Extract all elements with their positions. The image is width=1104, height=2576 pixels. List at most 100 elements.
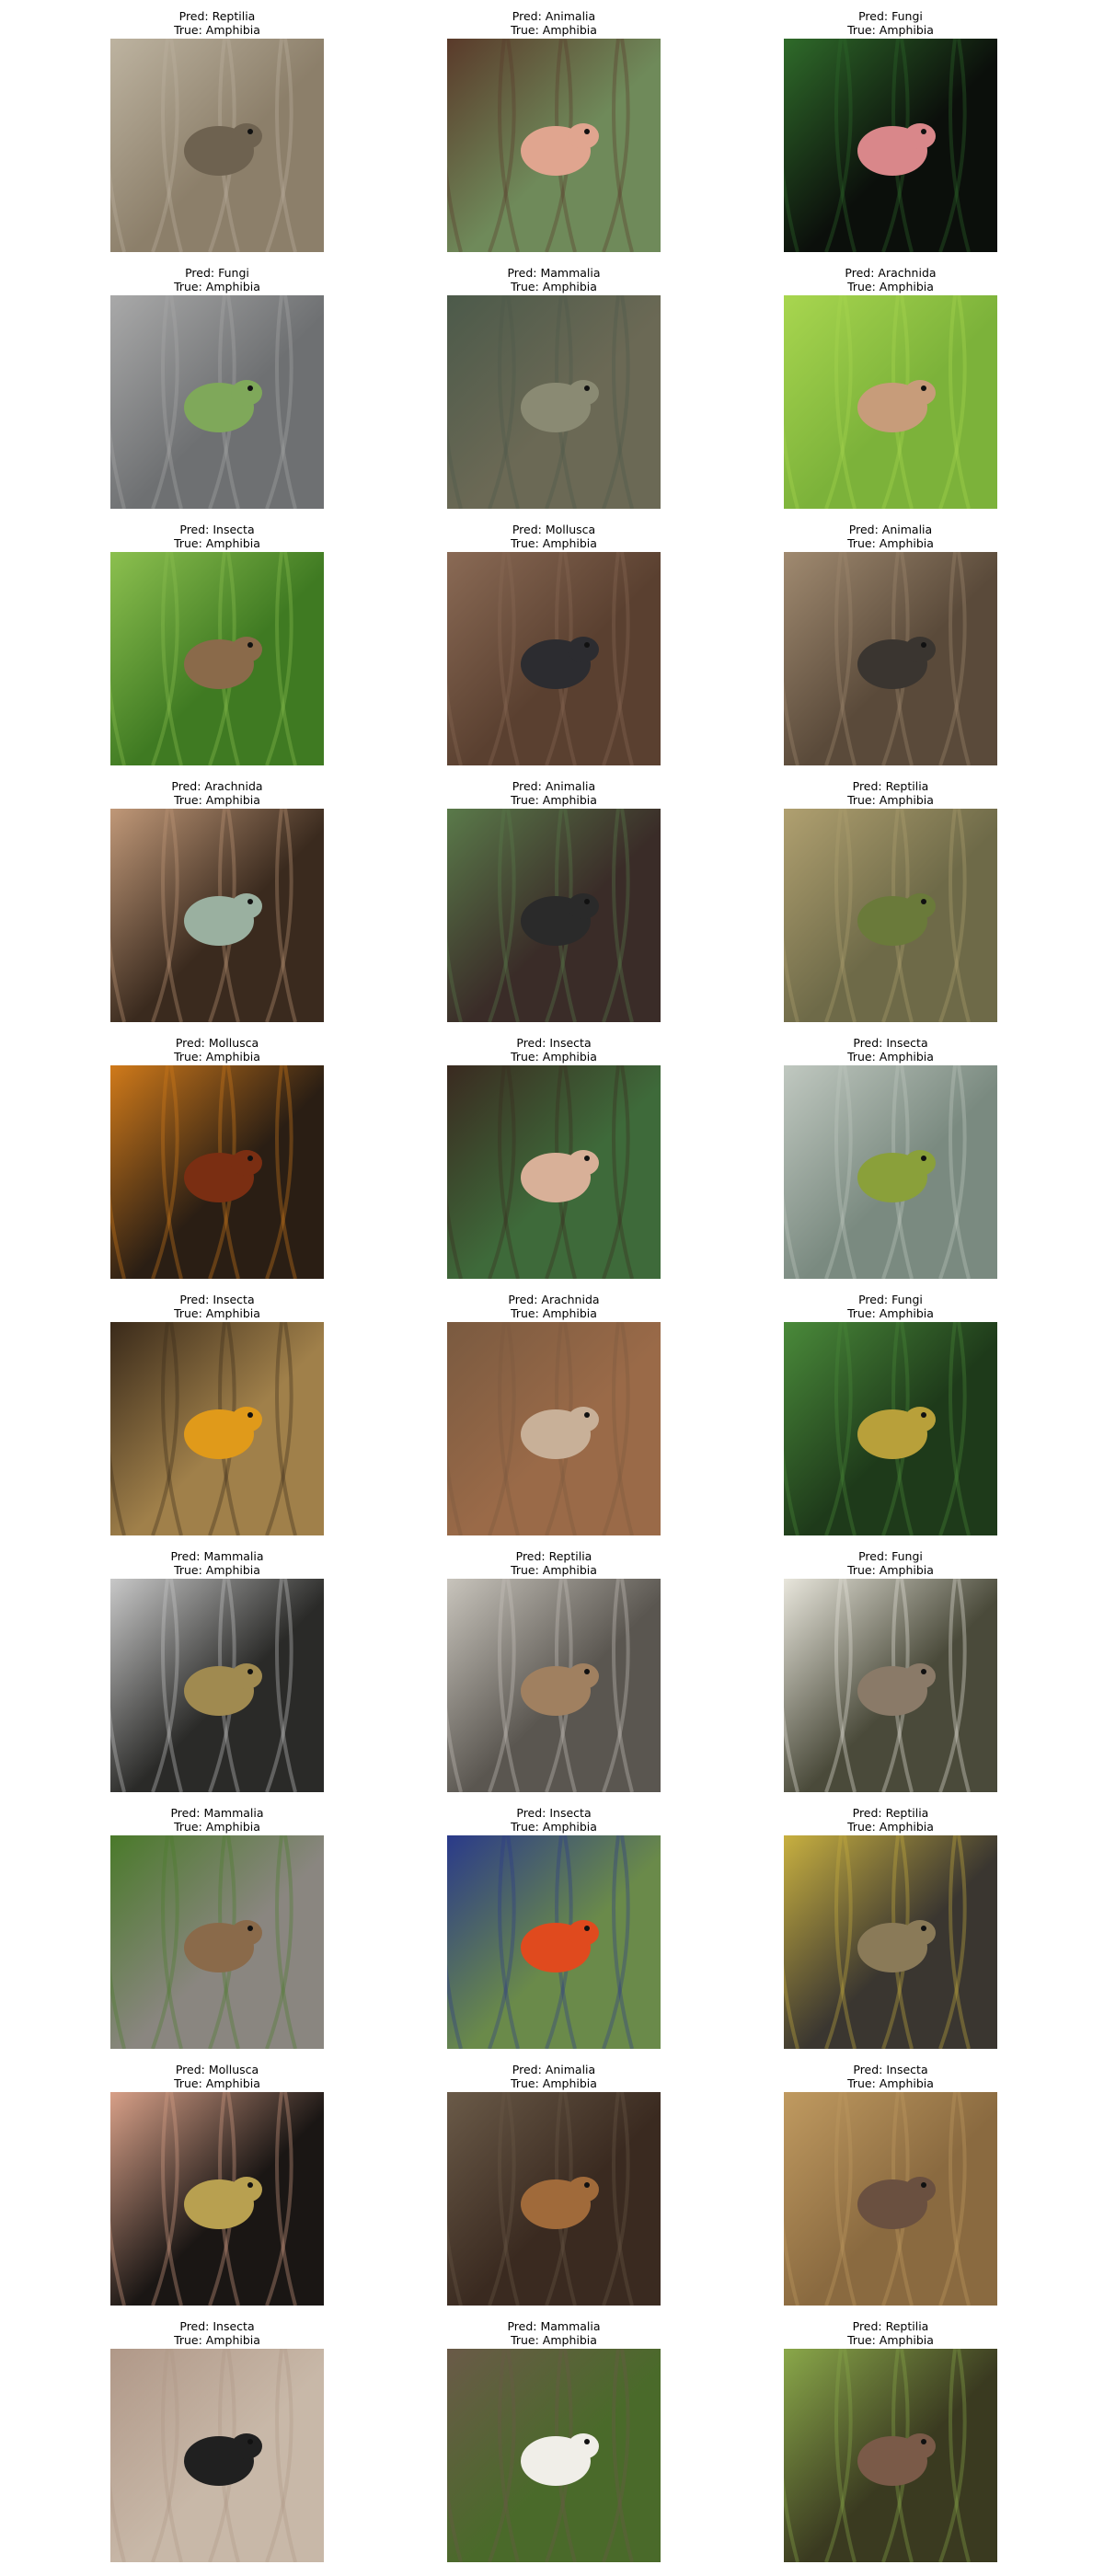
true-label: True: Amphibia	[511, 23, 597, 37]
sample-cell: Pred: Arachnida True: Amphibia	[447, 1293, 661, 1535]
sample-caption: Pred: Reptilia True: Amphibia	[784, 779, 997, 807]
sample-cell: Pred: Animalia True: Amphibia	[447, 779, 661, 1022]
sample-caption: Pred: Mammalia True: Amphibia	[110, 1549, 324, 1577]
predicted-label: Pred: Reptilia	[515, 1549, 592, 1563]
true-label: True: Amphibia	[847, 2333, 934, 2347]
sample-caption: Pred: Mollusca True: Amphibia	[447, 523, 661, 550]
sample-cell: Pred: Mollusca True: Amphibia	[110, 2063, 324, 2306]
predicted-label: Pred: Mammalia	[507, 2319, 601, 2333]
sample-cell: Pred: Reptilia True: Amphibia	[110, 9, 324, 252]
sample-caption: Pred: Fungi True: Amphibia	[784, 1549, 997, 1577]
predicted-label: Pred: Insecta	[516, 1806, 592, 1820]
true-label: True: Amphibia	[174, 280, 260, 293]
true-label: True: Amphibia	[847, 1306, 934, 1320]
sample-image	[447, 1322, 661, 1535]
true-label: True: Amphibia	[847, 1820, 934, 1834]
sample-cell: Pred: Insecta True: Amphibia	[110, 523, 324, 765]
true-label: True: Amphibia	[847, 23, 934, 37]
sample-image	[447, 552, 661, 765]
sample-cell: Pred: Insecta True: Amphibia	[447, 1806, 661, 2049]
predicted-label: Pred: Fungi	[185, 266, 249, 280]
sample-caption: Pred: Fungi True: Amphibia	[784, 1293, 997, 1320]
predicted-label: Pred: Fungi	[858, 1549, 923, 1563]
true-label: True: Amphibia	[174, 23, 260, 37]
sample-image	[447, 1065, 661, 1279]
true-label: True: Amphibia	[511, 1820, 597, 1834]
predicted-label: Pred: Reptilia	[852, 1806, 929, 1820]
sample-caption: Pred: Insecta True: Amphibia	[447, 1806, 661, 1834]
sample-cell: Pred: Fungi True: Amphibia	[784, 1549, 997, 1792]
predicted-label: Pred: Mammalia	[170, 1806, 264, 1820]
true-label: True: Amphibia	[511, 280, 597, 293]
predicted-label: Pred: Fungi	[858, 1293, 923, 1306]
sample-cell: Pred: Mammalia True: Amphibia	[447, 2319, 661, 2562]
sample-image	[447, 1835, 661, 2049]
predicted-label: Pred: Arachnida	[508, 1293, 600, 1306]
sample-cell: Pred: Animalia True: Amphibia	[784, 523, 997, 765]
true-label: True: Amphibia	[174, 2076, 260, 2090]
sample-cell: Pred: Arachnida True: Amphibia	[784, 266, 997, 509]
sample-caption: Pred: Animalia True: Amphibia	[447, 9, 661, 37]
predicted-label: Pred: Reptilia	[852, 779, 929, 793]
sample-cell: Pred: Reptilia True: Amphibia	[784, 2319, 997, 2562]
true-label: True: Amphibia	[847, 280, 934, 293]
sample-cell: Pred: Mollusca True: Amphibia	[110, 1036, 324, 1279]
sample-caption: Pred: Mammalia True: Amphibia	[447, 266, 661, 293]
true-label: True: Amphibia	[847, 1563, 934, 1577]
predicted-label: Pred: Insecta	[179, 2319, 255, 2333]
true-label: True: Amphibia	[847, 2076, 934, 2090]
sample-image	[784, 39, 997, 252]
sample-cell: Pred: Mammalia True: Amphibia	[447, 266, 661, 509]
predicted-label: Pred: Animalia	[512, 779, 596, 793]
predicted-label: Pred: Animalia	[848, 523, 933, 536]
sample-image	[110, 295, 324, 509]
predicted-label: Pred: Insecta	[179, 1293, 255, 1306]
true-label: True: Amphibia	[847, 536, 934, 550]
true-label: True: Amphibia	[511, 2333, 597, 2347]
sample-caption: Pred: Insecta True: Amphibia	[447, 1036, 661, 1064]
sample-cell: Pred: Animalia True: Amphibia	[447, 2063, 661, 2306]
predicted-label: Pred: Animalia	[512, 9, 596, 23]
sample-caption: Pred: Fungi True: Amphibia	[110, 266, 324, 293]
predicted-label: Pred: Mammalia	[507, 266, 601, 280]
sample-image	[110, 39, 324, 252]
sample-caption: Pred: Insecta True: Amphibia	[110, 2319, 324, 2347]
sample-caption: Pred: Insecta True: Amphibia	[784, 2063, 997, 2090]
true-label: True: Amphibia	[511, 1563, 597, 1577]
true-label: True: Amphibia	[174, 1050, 260, 1064]
true-label: True: Amphibia	[847, 793, 934, 807]
sample-image	[784, 1322, 997, 1535]
sample-image	[447, 295, 661, 509]
sample-cell: Pred: Reptilia True: Amphibia	[784, 779, 997, 1022]
predicted-label: Pred: Arachnida	[845, 266, 937, 280]
sample-caption: Pred: Mammalia True: Amphibia	[447, 2319, 661, 2347]
sample-cell: Pred: Insecta True: Amphibia	[110, 1293, 324, 1535]
predicted-label: Pred: Fungi	[858, 9, 923, 23]
sample-caption: Pred: Reptilia True: Amphibia	[784, 1806, 997, 1834]
sample-image	[110, 1322, 324, 1535]
sample-image	[110, 2092, 324, 2306]
true-label: True: Amphibia	[174, 1563, 260, 1577]
sample-cell: Pred: Insecta True: Amphibia	[784, 1036, 997, 1279]
predicted-label: Pred: Animalia	[512, 2063, 596, 2076]
true-label: True: Amphibia	[511, 2076, 597, 2090]
sample-caption: Pred: Mollusca True: Amphibia	[110, 1036, 324, 1064]
sample-cell: Pred: Reptilia True: Amphibia	[447, 1549, 661, 1792]
true-label: True: Amphibia	[174, 793, 260, 807]
sample-cell: Pred: Fungi True: Amphibia	[784, 1293, 997, 1535]
sample-image	[447, 39, 661, 252]
sample-cell: Pred: Fungi True: Amphibia	[110, 266, 324, 509]
true-label: True: Amphibia	[511, 1306, 597, 1320]
sample-image	[447, 809, 661, 1022]
sample-image	[110, 2349, 324, 2562]
true-label: True: Amphibia	[847, 1050, 934, 1064]
sample-cell: Pred: Arachnida True: Amphibia	[110, 779, 324, 1022]
sample-caption: Pred: Insecta True: Amphibia	[110, 1293, 324, 1320]
predicted-label: Pred: Arachnida	[171, 779, 263, 793]
sample-caption: Pred: Animalia True: Amphibia	[784, 523, 997, 550]
sample-image	[447, 2092, 661, 2306]
predicted-label: Pred: Insecta	[853, 2063, 928, 2076]
sample-cell: Pred: Mollusca True: Amphibia	[447, 523, 661, 765]
sample-image	[784, 295, 997, 509]
true-label: True: Amphibia	[174, 1306, 260, 1320]
